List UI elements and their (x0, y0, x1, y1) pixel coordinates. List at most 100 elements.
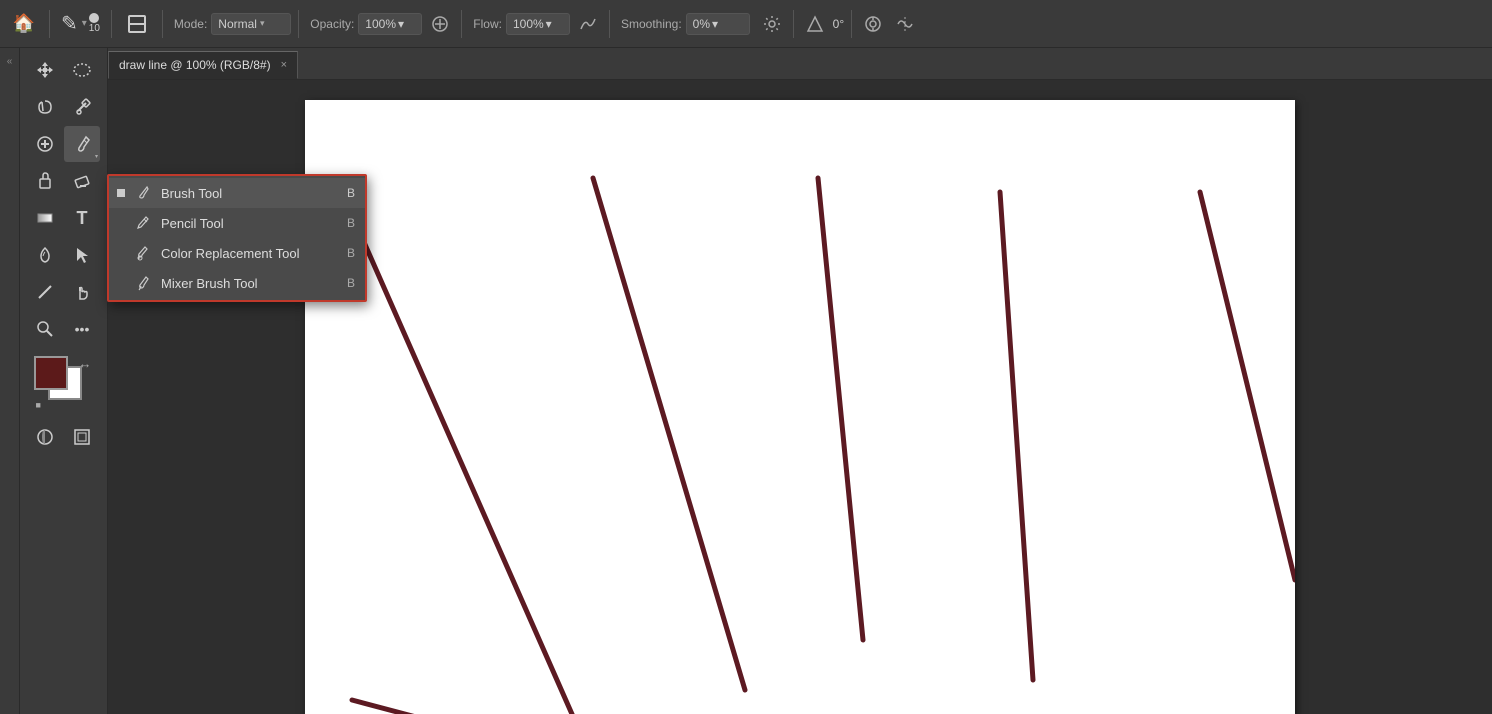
tool-row-line (27, 274, 100, 310)
color-replacement-menu-icon (133, 243, 153, 263)
lasso-tool-button[interactable] (27, 89, 63, 125)
foreground-color-swatch[interactable] (34, 356, 68, 390)
eyedropper-button[interactable] (64, 89, 100, 125)
opacity-label: Opacity: (310, 17, 354, 31)
home-button[interactable]: 🏠 (6, 6, 42, 42)
smoothing-control[interactable]: 0% ▾ (686, 13, 750, 35)
flow-control[interactable]: 100% ▾ (506, 13, 570, 35)
opacity-arrow: ▾ (398, 17, 404, 31)
separator3 (162, 10, 163, 38)
cursor-icon (72, 245, 92, 265)
menu-item-pencil-tool[interactable]: Pencil Tool B (109, 208, 365, 238)
separator5 (461, 10, 462, 38)
move-icon (35, 60, 55, 80)
menu-item-brush-tool[interactable]: Brush Tool B (109, 178, 365, 208)
settings-button[interactable] (758, 10, 786, 38)
flow-value: 100% (513, 17, 544, 31)
gradient-button[interactable] (27, 200, 63, 236)
flow-smooth-button[interactable] (574, 10, 602, 38)
left-collapse-panel[interactable]: « (0, 48, 20, 714)
tool-corner-indicator: ▾ (95, 153, 98, 160)
stamp-icon (126, 13, 148, 35)
tool-panel: ▾ (20, 48, 108, 714)
smoothing-arrow: ▾ (712, 17, 718, 31)
flow-smooth-icon (579, 15, 597, 33)
more-tools-button[interactable]: ••• (64, 311, 100, 347)
separator6 (609, 10, 610, 38)
angle-icon (806, 15, 824, 33)
color-replace-svg (135, 245, 151, 261)
clone-icon (35, 171, 55, 191)
airbrush-toggle[interactable] (426, 10, 454, 38)
hand-button[interactable] (64, 274, 100, 310)
swap-colors-icon[interactable]: ↔ (79, 356, 92, 371)
ellipse-icon (72, 60, 92, 80)
text-button[interactable]: T (64, 200, 100, 236)
smoothing-group: Smoothing: 0% ▾ (617, 13, 750, 35)
burn-dodge-button[interactable] (27, 237, 63, 273)
separator4 (298, 10, 299, 38)
menu-item-mixer-brush[interactable]: Mixer Brush Tool B (109, 268, 365, 298)
smoothing-label: Smoothing: (621, 17, 682, 31)
brush-tool-label: Brush Tool (161, 186, 339, 201)
screen-mode-button[interactable] (64, 419, 100, 455)
elliptical-marquee-button[interactable] (64, 52, 100, 88)
mixer-brush-label: Mixer Brush Tool (161, 276, 339, 291)
brush-size-label: 10 (89, 23, 100, 34)
tab-title: draw line @ 100% (RGB/8#) (119, 58, 271, 72)
eyedropper-icon (72, 97, 92, 117)
eraser-icon (72, 171, 92, 191)
cursor-button[interactable] (64, 237, 100, 273)
canvas-document[interactable] (305, 100, 1295, 714)
move-tool-button[interactable] (27, 52, 63, 88)
default-colors-icon[interactable]: ■ (36, 400, 41, 410)
color-swatches: ↔ ■ (34, 356, 94, 408)
brush-dropdown-arrow: ▾ (82, 18, 87, 29)
tab-bar: draw line @ 100% (RGB/8#) × (108, 48, 1492, 80)
hand-icon (72, 282, 92, 302)
line-tool-button[interactable] (27, 274, 63, 310)
brush-tool-indicator[interactable]: ✎ ▾ 10 (57, 11, 104, 36)
brush-tool-icon (72, 134, 92, 154)
tool-row-path (27, 237, 100, 273)
angle-button[interactable] (801, 10, 829, 38)
clone-stamp-button[interactable] (27, 163, 63, 199)
active-tab[interactable]: draw line @ 100% (RGB/8#) × (108, 51, 298, 79)
symmetry-icon (896, 15, 914, 33)
brush-size-indicator: 10 (89, 13, 100, 34)
angle-value: 0° (833, 17, 844, 31)
tool-row-lasso (27, 89, 100, 125)
top-toolbar: 🏠 ✎ ▾ 10 Mode: Normal ▾ Opacity: 100% ▾ (0, 0, 1492, 48)
burn-icon (35, 245, 55, 265)
tab-close-button[interactable]: × (281, 59, 287, 71)
symmetry-button[interactable] (891, 10, 919, 38)
tool-row-clone (27, 163, 100, 199)
tool-row-move (27, 52, 100, 88)
main-layout: « (0, 48, 1492, 714)
separator2 (111, 10, 112, 38)
canvas-area: draw line @ 100% (RGB/8#) × (108, 48, 1492, 714)
spot-heal-button[interactable] (27, 126, 63, 162)
airbrush-icon (431, 15, 449, 33)
active-indicator (117, 189, 125, 197)
zoom-button[interactable] (27, 311, 63, 347)
tool-row-zoom: ••• (27, 311, 100, 347)
pencil-svg (135, 215, 151, 231)
target-button[interactable] (859, 10, 887, 38)
pencil-tool-menu-icon (133, 213, 153, 233)
mode-dropdown[interactable]: Normal ▾ (211, 13, 291, 35)
tool-row-mask (27, 419, 100, 455)
zoom-icon (35, 319, 55, 339)
eraser-button[interactable] (64, 163, 100, 199)
opacity-control[interactable]: 100% ▾ (358, 13, 422, 35)
menu-item-color-replacement[interactable]: Color Replacement Tool B (109, 238, 365, 268)
line-icon (35, 282, 55, 302)
quick-mask-button[interactable] (27, 419, 63, 455)
target-icon (864, 15, 882, 33)
mode-dropdown-arrow: ▾ (260, 18, 265, 29)
brush-icon: ✎ (61, 11, 78, 36)
brush-tool-button[interactable]: ▾ (64, 126, 100, 162)
gradient-icon (35, 208, 55, 228)
mixer-brush-menu-icon (133, 273, 153, 293)
stamp-button[interactable] (119, 6, 155, 42)
